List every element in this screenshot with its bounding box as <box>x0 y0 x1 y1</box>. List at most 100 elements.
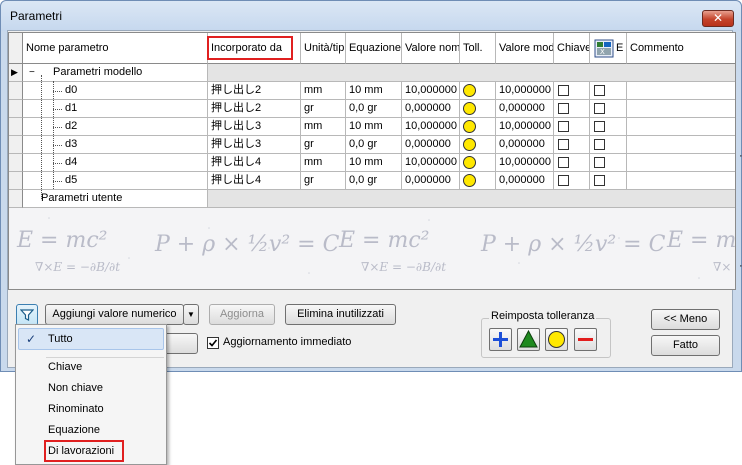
row-header[interactable] <box>9 172 23 190</box>
cell-e[interactable] <box>590 82 627 100</box>
tolerance-circle-icon[interactable] <box>463 120 476 133</box>
cell-nom[interactable]: 10,000000 <box>402 82 460 100</box>
param-name-cell[interactable]: d5 <box>23 172 208 190</box>
tolerance-circle-icon[interactable] <box>463 156 476 169</box>
key-checkbox[interactable] <box>558 139 569 150</box>
row-marker[interactable]: ▶ <box>9 64 23 82</box>
add-numeric-value-button[interactable]: Aggiungi valore numerico <box>45 304 184 325</box>
col-header-key[interactable]: Chiave <box>554 33 590 64</box>
cell-unit[interactable]: gr <box>301 136 346 154</box>
cell-comment[interactable] <box>627 118 735 136</box>
row-header[interactable] <box>9 100 23 118</box>
row-header[interactable] <box>9 118 23 136</box>
param-name-cell[interactable]: d4 <box>23 154 208 172</box>
cell-unit[interactable]: gr <box>301 172 346 190</box>
cell-nom[interactable]: 0,000000 <box>402 100 460 118</box>
col-header-name[interactable]: Nome parametro <box>23 33 208 64</box>
cell-unit[interactable]: mm <box>301 82 346 100</box>
tree-group-model[interactable]: − Parametri modello <box>23 64 208 82</box>
cell-mod[interactable]: 10,000000 <box>496 82 554 100</box>
tolerance-triangle-button[interactable] <box>517 328 540 351</box>
menu-item-key[interactable]: Chiave <box>48 361 82 373</box>
cell-tol[interactable] <box>460 136 496 154</box>
cell-comment[interactable] <box>627 154 735 172</box>
done-button[interactable]: Fatto <box>651 335 720 356</box>
add-dropdown-arrow[interactable]: ▼ <box>183 304 199 325</box>
cell-mod[interactable]: 10,000000 <box>496 118 554 136</box>
cell-comment[interactable] <box>627 172 735 190</box>
menu-item-equation[interactable]: Equazione <box>48 424 100 436</box>
tolerance-plus-button[interactable] <box>489 328 512 351</box>
cell-eq[interactable]: 0,0 gr <box>346 172 402 190</box>
cell-e[interactable] <box>590 118 627 136</box>
less-button[interactable]: << Meno <box>651 309 720 330</box>
cell-eq[interactable]: 10 mm <box>346 82 402 100</box>
col-header-e[interactable]: X E <box>590 33 627 64</box>
cell-key[interactable] <box>554 136 590 154</box>
cell-incorp[interactable]: 押し出し3 <box>208 118 301 136</box>
param-name-cell[interactable]: d1 <box>23 100 208 118</box>
key-checkbox[interactable] <box>558 121 569 132</box>
excel-checkbox[interactable] <box>594 121 605 132</box>
menu-item-all[interactable]: ✓ Tutto <box>18 328 164 350</box>
cell-incorp[interactable]: 押し出し4 <box>208 154 301 172</box>
tolerance-circle-icon[interactable] <box>463 102 476 115</box>
close-button[interactable]: ✕ <box>702 10 734 27</box>
key-checkbox[interactable] <box>558 85 569 96</box>
cell-eq[interactable]: 0,0 gr <box>346 136 402 154</box>
cell-comment[interactable] <box>627 100 735 118</box>
cell-tol[interactable] <box>460 154 496 172</box>
update-button[interactable]: Aggiorna <box>209 304 275 325</box>
param-name-cell[interactable]: d2 <box>23 118 208 136</box>
row-header[interactable] <box>9 154 23 172</box>
key-checkbox[interactable] <box>558 175 569 186</box>
cell-incorp[interactable]: 押し出し2 <box>208 82 301 100</box>
excel-checkbox[interactable] <box>594 139 605 150</box>
tolerance-circle-icon[interactable] <box>463 84 476 97</box>
cell-nom[interactable]: 10,000000 <box>402 118 460 136</box>
cell-e[interactable] <box>590 136 627 154</box>
cell-tol[interactable] <box>460 118 496 136</box>
col-header-unit[interactable]: Unità/tip <box>301 33 346 64</box>
menu-item-non-key[interactable]: Non chiave <box>48 382 103 394</box>
cell-incorp[interactable]: 押し出し2 <box>208 100 301 118</box>
cell-comment[interactable] <box>627 136 735 154</box>
cell-incorp[interactable]: 押し出し3 <box>208 136 301 154</box>
col-header-equation[interactable]: Equazione <box>346 33 402 64</box>
tolerance-circle-icon[interactable] <box>463 138 476 151</box>
cell-e[interactable] <box>590 154 627 172</box>
cell-nom[interactable]: 0,000000 <box>402 136 460 154</box>
cell-tol[interactable] <box>460 100 496 118</box>
cell-nom[interactable]: 0,000000 <box>402 172 460 190</box>
immediate-update-checkbox[interactable] <box>207 337 219 349</box>
cell-key[interactable] <box>554 172 590 190</box>
col-header-comment[interactable]: Commento <box>627 33 735 64</box>
cell-nom[interactable]: 10,000000 <box>402 154 460 172</box>
cell-key[interactable] <box>554 82 590 100</box>
key-checkbox[interactable] <box>558 157 569 168</box>
excel-checkbox[interactable] <box>594 103 605 114</box>
cell-e[interactable] <box>590 100 627 118</box>
tolerance-minus-button[interactable] <box>574 328 597 351</box>
param-name-cell[interactable]: d3 <box>23 136 208 154</box>
menu-item-renamed[interactable]: Rinominato <box>48 403 104 415</box>
tolerance-circle-icon[interactable] <box>463 174 476 187</box>
param-name-cell[interactable]: d0 <box>23 82 208 100</box>
cell-incorp[interactable]: 押し出し4 <box>208 172 301 190</box>
tree-group-user[interactable]: Parametri utente <box>23 190 208 208</box>
cell-mod[interactable]: 0,000000 <box>496 136 554 154</box>
cell-tol[interactable] <box>460 172 496 190</box>
cell-unit[interactable]: mm <box>301 154 346 172</box>
excel-checkbox[interactable] <box>594 175 605 186</box>
cell-key[interactable] <box>554 118 590 136</box>
cell-mod[interactable]: 10,000000 <box>496 154 554 172</box>
key-checkbox[interactable] <box>558 103 569 114</box>
excel-checkbox[interactable] <box>594 157 605 168</box>
cell-eq[interactable]: 10 mm <box>346 118 402 136</box>
col-header-tolerance[interactable]: Toll. <box>460 33 496 64</box>
cell-e[interactable] <box>590 172 627 190</box>
col-header-nominal[interactable]: Valore nom <box>402 33 460 64</box>
cell-comment[interactable] <box>627 82 735 100</box>
col-header-modified[interactable]: Valore mod <box>496 33 554 64</box>
title-bar[interactable]: Parametri ✕ <box>1 1 741 31</box>
